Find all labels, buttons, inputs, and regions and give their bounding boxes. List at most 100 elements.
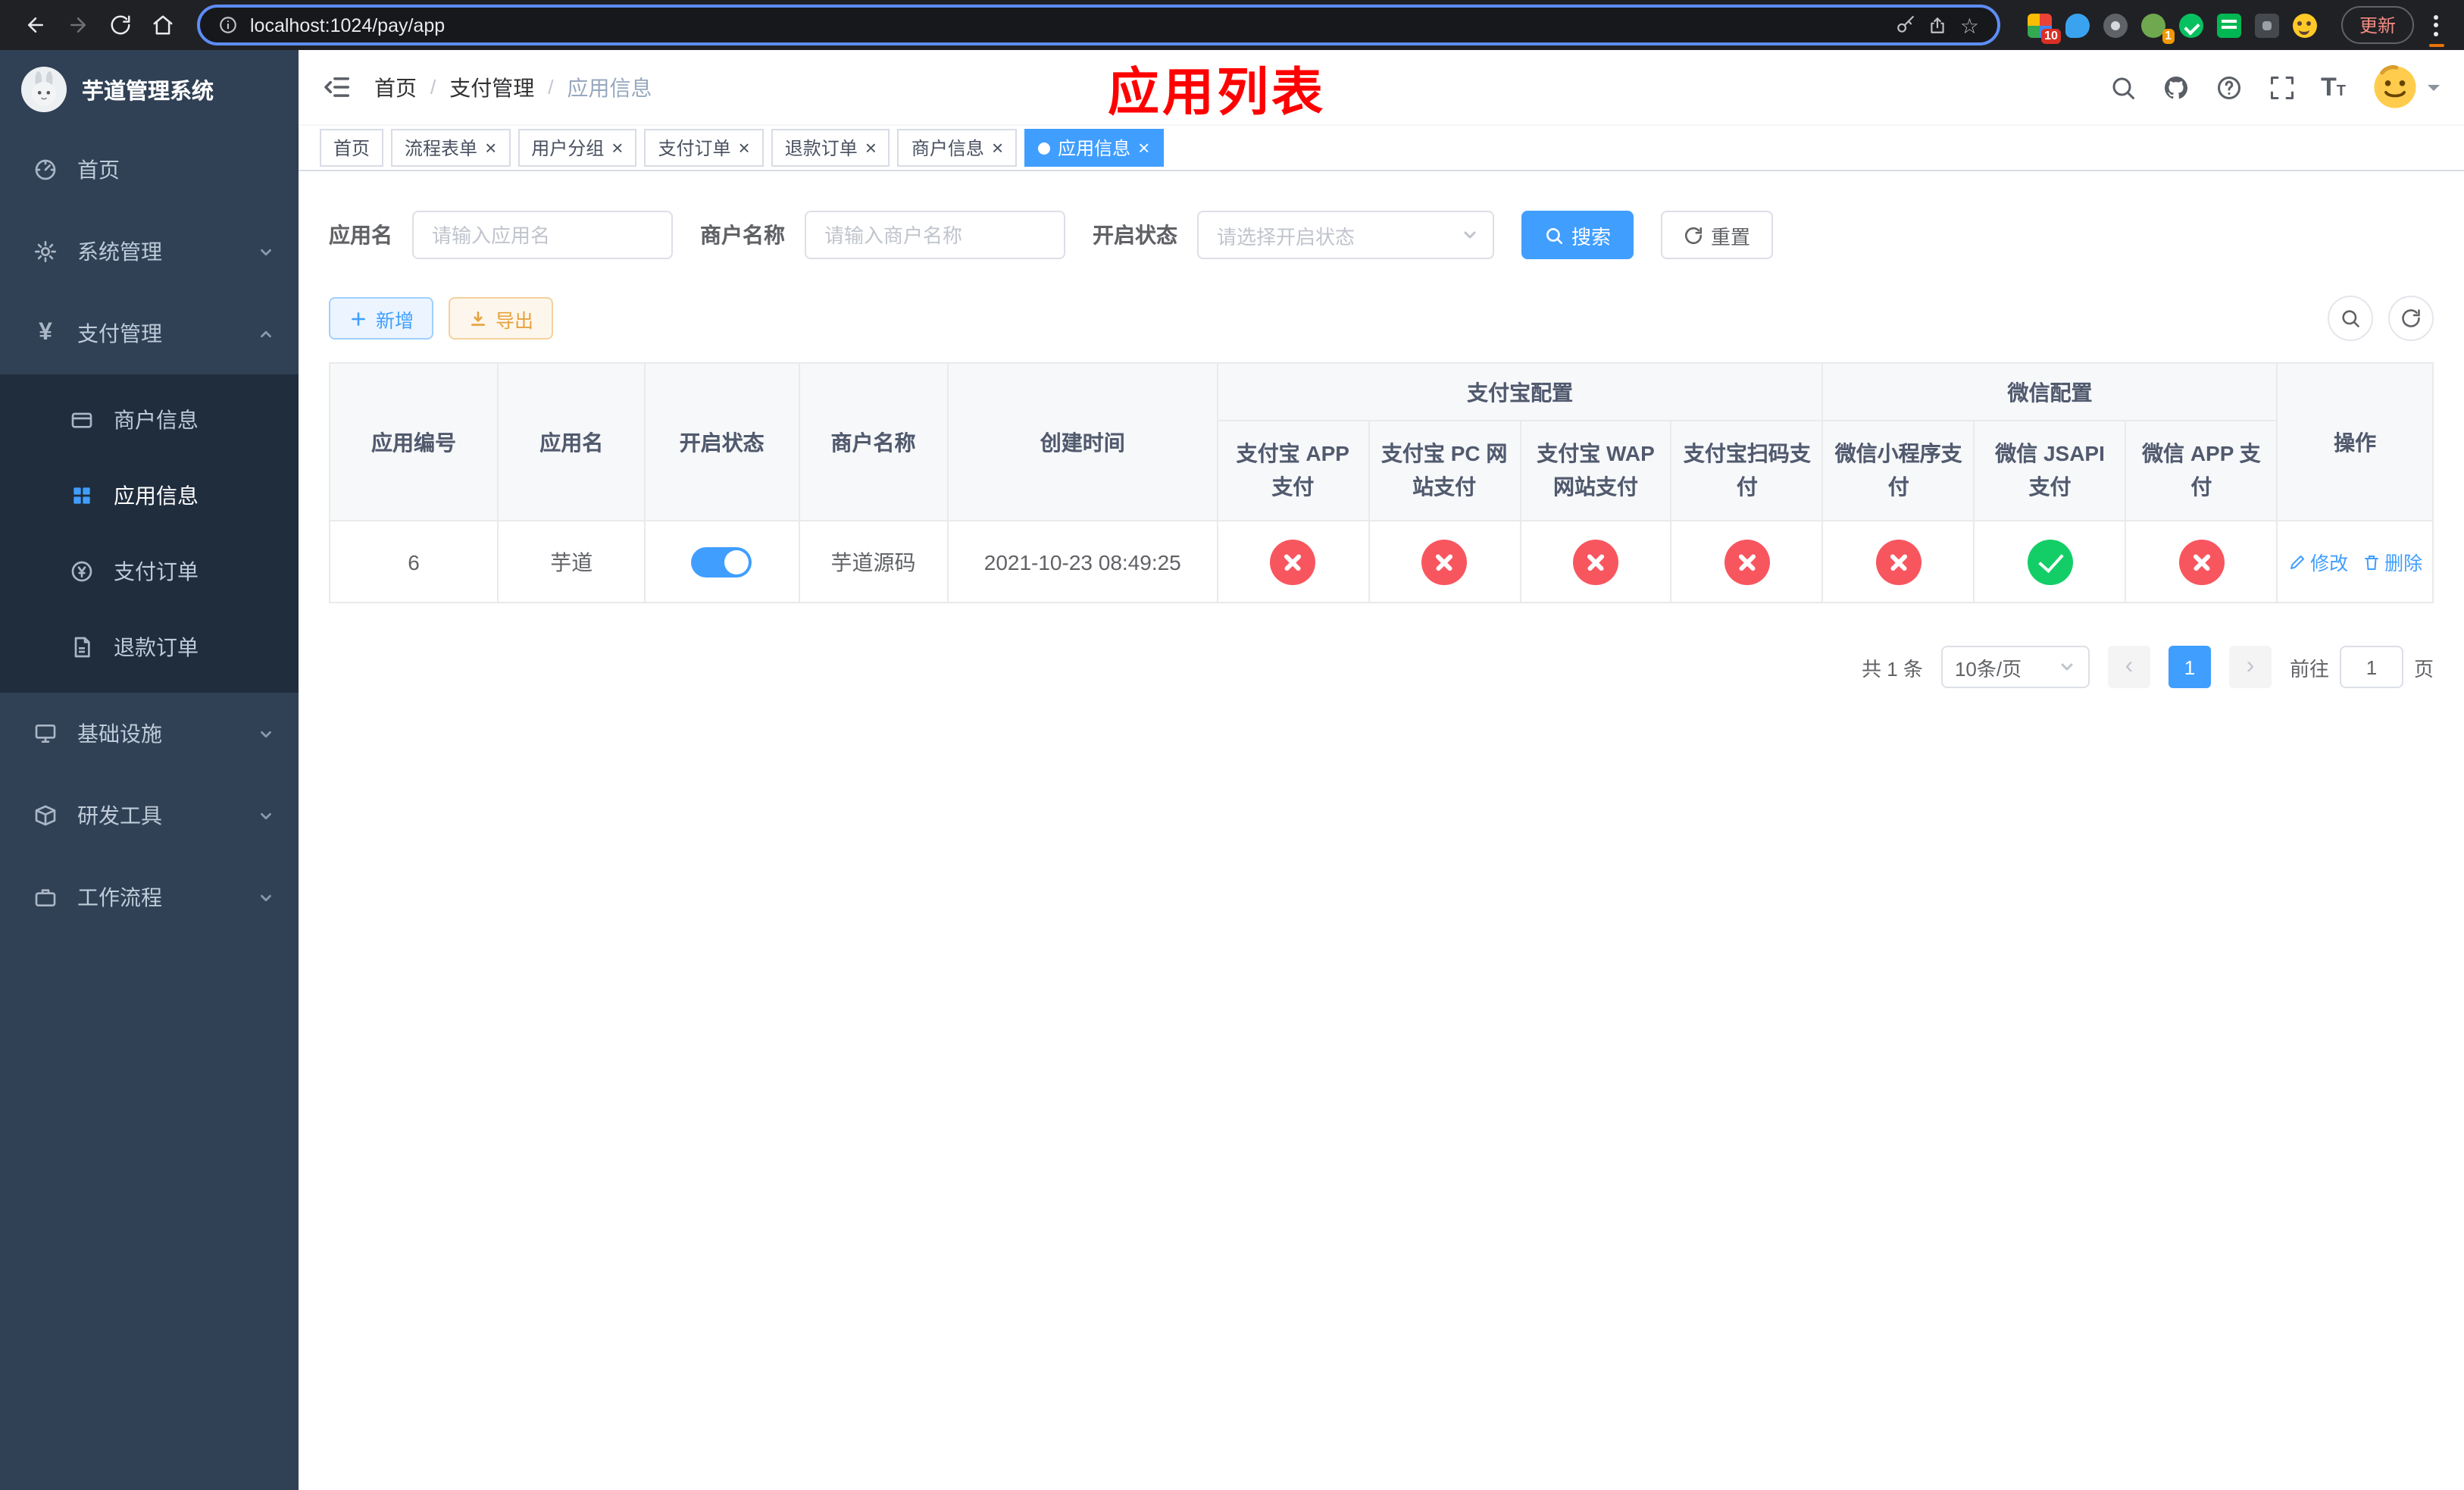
user-avatar-menu[interactable] (2372, 64, 2440, 111)
tab-user-group[interactable]: 用户分组 × (518, 129, 637, 167)
browser-update-button[interactable]: 更新 (2340, 6, 2414, 44)
breadcrumb-payment[interactable]: 支付管理 (449, 72, 534, 102)
extension-drop-icon[interactable] (2065, 13, 2090, 37)
tab-merchant-info[interactable]: 商户信息 × (897, 129, 1018, 167)
search-button[interactable]: 搜索 (1521, 211, 1634, 259)
breadcrumb: 首页 / 支付管理 / 应用信息 (374, 72, 652, 102)
sidebar-item-payment[interactable]: ¥ 支付管理 (0, 293, 299, 374)
extension-avatar-icon[interactable]: 1 (2140, 13, 2175, 43)
close-icon[interactable]: × (739, 138, 750, 158)
extension-grid-icon[interactable]: 10 (2027, 13, 2061, 43)
cell-actions: 修改 删除 (2276, 520, 2434, 603)
site-info-icon[interactable] (218, 15, 238, 35)
next-page-button[interactable]: › (2228, 646, 2272, 688)
col-header-wechat-mini: 微信小程序支付 (1821, 420, 1975, 521)
hamburger-icon[interactable] (323, 73, 352, 102)
add-button[interactable]: 新增 (329, 297, 434, 340)
reset-button[interactable]: 重置 (1661, 211, 1774, 259)
delete-link[interactable]: 删除 (2362, 547, 2422, 576)
sidebar-item-dev-tools[interactable]: 研发工具 (0, 775, 299, 856)
app-status-switch[interactable] (691, 546, 752, 577)
goto-label: 前往 (2289, 657, 2329, 680)
page-size-select[interactable]: 10条/页 (1940, 646, 2090, 688)
close-icon[interactable]: × (865, 138, 877, 158)
col-header-wechat-app: 微信 APP 支付 (2125, 420, 2278, 521)
url-bar[interactable]: localhost:1024/pay/app ☆ (197, 5, 2000, 45)
merchant-name-input[interactable] (805, 211, 1065, 259)
tab-app-info[interactable]: 应用信息 × (1024, 129, 1164, 167)
wechat-mini-status-icon (1875, 539, 1921, 584)
group-header-wechat: 微信配置 (1821, 362, 2278, 421)
pagination-total: 共 1 条 (1862, 657, 1923, 680)
filter-app-name: 应用名 (329, 211, 673, 259)
cell-app-id: 6 (328, 520, 499, 603)
breadcrumb-current: 应用信息 (567, 75, 652, 99)
sidebar-item-workflow[interactable]: 工作流程 (0, 856, 299, 938)
extension-circle-icon[interactable] (2103, 13, 2128, 37)
extension-puzzle-icon[interactable] (2254, 13, 2279, 37)
bookmark-star-icon[interactable]: ☆ (1960, 14, 1979, 36)
breadcrumb-home[interactable]: 首页 (374, 72, 417, 102)
extension-wechat-icon[interactable] (2178, 13, 2203, 37)
forward-button[interactable] (58, 5, 97, 45)
reload-button[interactable] (100, 5, 139, 45)
github-icon[interactable] (2162, 74, 2189, 101)
col-header-wechat-jsapi: 微信 JSAPI 支付 (1973, 420, 2127, 521)
sidebar-item-merchant-info[interactable]: 商户信息 (0, 382, 299, 458)
wechat-jsapi-status-icon (2027, 539, 2073, 584)
cell-alipay-pc (1368, 520, 1521, 603)
sidebar-item-home[interactable]: 首页 (0, 129, 299, 211)
toggle-search-button[interactable] (2328, 296, 2373, 341)
back-button[interactable] (15, 5, 55, 45)
page-number-1[interactable]: 1 (2168, 646, 2211, 688)
col-header-alipay-wap: 支付宝 WAP 网站支付 (1519, 420, 1672, 521)
tab-refund-order[interactable]: 退款订单 × (771, 129, 890, 167)
extension-doc-icon[interactable] (2216, 13, 2241, 37)
browser-menu-icon[interactable] (2423, 8, 2449, 46)
fullscreen-icon[interactable] (2268, 74, 2295, 101)
sidebar-item-label: 研发工具 (77, 803, 162, 828)
close-icon[interactable]: × (485, 138, 496, 158)
goto-page-input[interactable] (2339, 646, 2403, 688)
sidebar-item-label: 商户信息 (114, 408, 199, 432)
close-icon[interactable]: × (611, 138, 623, 158)
prev-page-button[interactable]: ‹ (2107, 646, 2150, 688)
sidebar-item-label: 退款订单 (114, 635, 199, 659)
briefcase-icon (32, 884, 59, 911)
help-icon[interactable] (2215, 74, 2242, 101)
tags-bar: 首页 流程表单 × 用户分组 × 支付订单 × 退款订单 × 商户信息 × 应用… (299, 126, 2464, 171)
filter-merchant-name: 商户名称 (700, 211, 1065, 259)
extension-emoji-icon[interactable] (2292, 13, 2317, 37)
sidebar-item-infrastructure[interactable]: 基础设施 (0, 693, 299, 775)
tab-home[interactable]: 首页 (320, 129, 384, 167)
chevron-down-icon (2428, 84, 2440, 96)
chevron-down-icon (258, 725, 274, 742)
home-button[interactable] (142, 5, 182, 45)
tab-pay-order[interactable]: 支付订单 × (644, 129, 764, 167)
close-icon[interactable]: × (992, 138, 1003, 158)
font-size-icon[interactable]: TT (2321, 74, 2346, 100)
status-select[interactable]: 请选择开启状态 (1197, 211, 1494, 259)
tab-process-form[interactable]: 流程表单 × (391, 129, 511, 167)
edit-link[interactable]: 修改 (2287, 547, 2348, 576)
refresh-button[interactable] (2388, 296, 2434, 341)
sidebar-item-system[interactable]: 系统管理 (0, 211, 299, 293)
gear-icon (32, 238, 59, 265)
close-icon[interactable]: × (1138, 138, 1149, 158)
app-name-input[interactable] (412, 211, 673, 259)
delete-link-label: 删除 (2384, 553, 2423, 574)
sidebar-item-refund-order[interactable]: 退款订单 (0, 609, 299, 685)
content-area: 应用名 商户名称 开启状态 请选择开启状态 (299, 171, 2464, 1490)
share-icon[interactable] (1928, 15, 1948, 35)
cell-wechat-jsapi (1973, 520, 2127, 603)
cell-created: 2021-10-23 08:49:25 (947, 520, 1218, 603)
breadcrumb-separator: / (430, 76, 436, 99)
tab-label: 商户信息 (911, 138, 984, 159)
sidebar-item-app-info[interactable]: 应用信息 (0, 458, 299, 534)
app-logo: 芋道管理系统 (0, 50, 299, 129)
sidebar-item-pay-order[interactable]: 支付订单 (0, 534, 299, 609)
search-icon[interactable] (2109, 74, 2136, 101)
export-button[interactable]: 导出 (449, 297, 554, 340)
sidebar-item-label: 系统管理 (77, 239, 162, 264)
password-key-icon[interactable] (1896, 15, 1916, 35)
